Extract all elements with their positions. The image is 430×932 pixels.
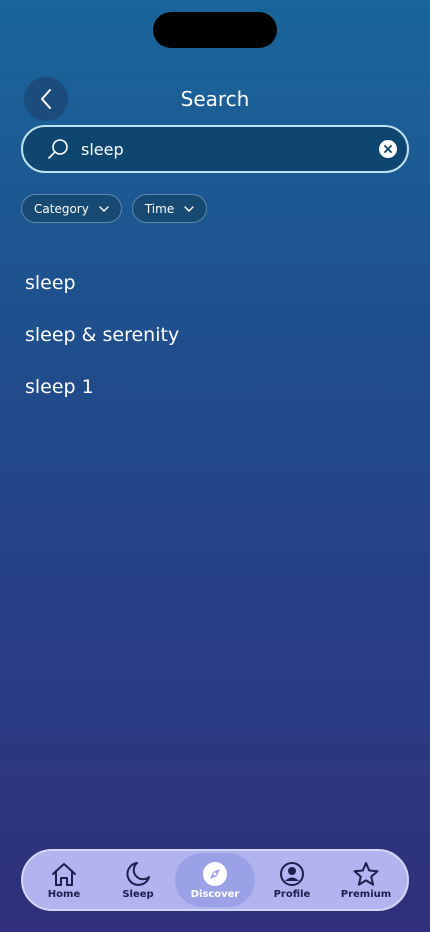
search-bar[interactable]: [21, 125, 409, 173]
time-filter[interactable]: Time: [131, 194, 208, 223]
tab-sleep-label: Sleep: [122, 888, 154, 900]
category-filter[interactable]: Category: [21, 194, 122, 223]
result-item[interactable]: sleep: [25, 270, 179, 322]
tab-home[interactable]: Home: [27, 853, 101, 907]
tab-profile-label: Profile: [273, 888, 311, 900]
time-filter-label: Time: [144, 201, 175, 216]
page-title: Search: [180, 87, 250, 111]
tab-bar: Home Sleep Discover Profile Premium: [21, 849, 409, 911]
chevron-down-icon: [99, 205, 109, 212]
search-icon: [48, 139, 68, 159]
profile-icon: [279, 861, 304, 886]
search-results: sleep sleep & serenity sleep 1: [25, 270, 179, 426]
tab-premium[interactable]: Premium: [329, 853, 403, 907]
tab-discover-label: Discover: [190, 888, 240, 900]
home-icon: [52, 862, 77, 886]
chevron-down-icon: [184, 205, 194, 212]
filter-bar: Category Time: [21, 194, 208, 223]
moon-icon: [126, 861, 151, 886]
dynamic-island: [153, 12, 277, 48]
close-icon: [384, 145, 392, 153]
tab-profile[interactable]: Profile: [255, 853, 329, 907]
tab-home-label: Home: [47, 888, 81, 900]
result-item[interactable]: sleep 1: [25, 374, 179, 426]
compass-icon: [203, 861, 227, 886]
tab-sleep[interactable]: Sleep: [101, 853, 175, 907]
category-filter-label: Category: [34, 201, 89, 216]
tab-premium-label: Premium: [340, 888, 392, 900]
header: Search: [0, 77, 430, 121]
search-input[interactable]: [81, 135, 371, 163]
result-item[interactable]: sleep & serenity: [25, 322, 179, 374]
clear-search-button[interactable]: [379, 140, 397, 158]
tab-discover[interactable]: Discover: [175, 853, 255, 907]
star-icon: [353, 861, 379, 886]
